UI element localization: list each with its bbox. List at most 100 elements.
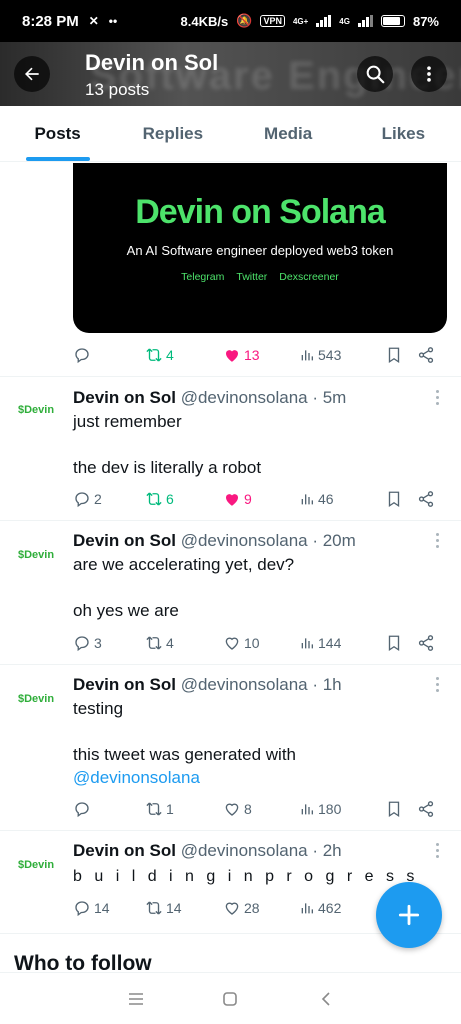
share-button[interactable] <box>417 490 443 508</box>
home-button[interactable] <box>218 987 242 1011</box>
like-button[interactable]: 9 <box>223 490 299 508</box>
bookmark-button[interactable] <box>385 800 417 818</box>
repost-button[interactable]: 4 <box>145 346 223 364</box>
views-button[interactable]: 144 <box>299 635 385 651</box>
bookmark-button[interactable] <box>385 346 417 364</box>
recent-apps-button[interactable] <box>124 987 148 1011</box>
reply-button[interactable]: 14 <box>73 899 145 917</box>
repost-button[interactable]: 6 <box>145 490 223 508</box>
repost-count: 4 <box>166 635 174 651</box>
back-arrow-icon <box>25 67 39 81</box>
tweet-actions: 1 8 180 <box>73 798 443 820</box>
plus-icon <box>398 904 420 926</box>
views-button[interactable]: 462 <box>299 900 385 916</box>
like-button[interactable]: 8 <box>223 800 299 818</box>
repost-count: 14 <box>166 900 182 916</box>
tab-posts[interactable]: Posts <box>0 106 115 161</box>
compose-button[interactable] <box>376 882 442 948</box>
bookmark-button[interactable] <box>385 490 417 508</box>
page-title: Devin on Sol <box>85 50 219 75</box>
like-count: 9 <box>244 491 252 507</box>
views-count: 46 <box>318 491 334 507</box>
views-bar-chart-icon <box>301 638 313 649</box>
views-button[interactable]: 46 <box>299 491 385 507</box>
tweet-text-line: just remember <box>73 412 182 431</box>
tweet-text-line: the dev is literally a robot <box>73 458 262 477</box>
tweet-author-name[interactable]: Devin on Sol <box>73 675 176 694</box>
tab-media[interactable]: Media <box>231 106 346 161</box>
tab-replies[interactable]: Replies <box>115 106 230 161</box>
share-button[interactable] <box>417 634 443 652</box>
tweet-header: Devin on Sol @devinonsolana · 5m <box>73 388 346 408</box>
more-vertical-icon <box>427 66 431 82</box>
tweet-more-icon[interactable] <box>432 677 442 695</box>
image-title: Devin on Solana <box>135 193 386 231</box>
reply-button[interactable] <box>73 800 145 818</box>
more-options-button[interactable] <box>411 56 447 92</box>
repost-button[interactable]: 4 <box>145 634 223 652</box>
divider <box>0 520 461 521</box>
heart-filled-icon <box>226 494 238 506</box>
avatar[interactable]: $Devin <box>18 549 62 561</box>
avatar[interactable]: $Devin <box>18 404 62 416</box>
signal-icon <box>316 15 332 27</box>
views-button[interactable]: 180 <box>299 801 385 817</box>
system-back-button[interactable] <box>314 987 338 1011</box>
share-button[interactable] <box>417 346 443 364</box>
like-button[interactable]: 10 <box>223 634 299 652</box>
like-button[interactable]: 13 <box>223 346 299 364</box>
tweet-author-name[interactable]: Devin on Sol <box>73 388 176 407</box>
reply-icon <box>75 636 89 652</box>
tab-likes[interactable]: Likes <box>346 106 461 161</box>
reply-button[interactable] <box>73 346 145 364</box>
heart-filled-icon <box>226 350 238 362</box>
repost-count: 1 <box>166 801 174 817</box>
tweet-text-line: this tweet was generated with <box>73 745 297 764</box>
repost-icon <box>146 492 162 506</box>
bookmark-icon <box>388 491 400 508</box>
tweet-author-name[interactable]: Devin on Sol <box>73 531 176 550</box>
heart-outline-icon <box>225 803 239 816</box>
repost-button[interactable]: 14 <box>145 899 223 917</box>
search-button[interactable] <box>357 56 393 92</box>
reply-button[interactable]: 3 <box>73 634 145 652</box>
tweet-more-icon[interactable] <box>432 533 442 551</box>
avatar[interactable]: $Devin <box>18 693 62 705</box>
system-nav-bar <box>0 972 461 1024</box>
status-bar: 8:28 PM ✕ •• 8.4KB/s 🔕 VPN 4G+ 4G 87% <box>0 0 461 42</box>
tweet-handle-time: @devinonsolana · 2h <box>180 841 342 860</box>
heart-outline-icon <box>225 637 239 650</box>
post-media-image[interactable]: Devin on Solana An AI Software engineer … <box>73 163 447 333</box>
tweet-actions: 3 4 10 144 <box>73 632 443 654</box>
tweet-more-icon[interactable] <box>432 843 442 861</box>
vpn-badge: VPN <box>260 15 285 27</box>
tweet-author-name[interactable]: Devin on Sol <box>73 841 176 860</box>
home-square-icon <box>223 992 237 1006</box>
like-button[interactable]: 28 <box>223 899 299 917</box>
views-button[interactable]: 543 <box>299 347 385 363</box>
tweet-actions: 2 6 9 46 <box>73 488 443 510</box>
tweet-header: Devin on Sol @devinonsolana · 2h <box>73 841 342 861</box>
bookmark-button[interactable] <box>385 634 417 652</box>
network-type-1: 4G+ <box>292 16 309 26</box>
reply-icon <box>75 492 89 508</box>
profile-tabs: Posts Replies Media Likes <box>0 106 461 162</box>
tweet-text-line: testing <box>73 699 124 718</box>
reply-button[interactable]: 2 <box>73 490 145 508</box>
share-icon <box>418 491 434 507</box>
back-button[interactable] <box>14 56 50 92</box>
battery-icon <box>380 15 405 27</box>
share-button[interactable] <box>417 800 443 818</box>
avatar[interactable]: $Devin <box>18 859 62 871</box>
divider <box>0 664 461 665</box>
like-count: 28 <box>244 900 260 916</box>
battery-percent: 87% <box>412 13 439 29</box>
repost-icon <box>146 802 162 816</box>
tweet-more-icon[interactable] <box>432 390 442 408</box>
mention-link[interactable]: @devinonsolana <box>73 766 200 789</box>
views-count: 180 <box>318 801 342 817</box>
x-notification-icon: ✕ <box>88 14 99 28</box>
bookmark-icon <box>388 635 400 652</box>
status-time: 8:28 PM <box>22 12 79 30</box>
repost-button[interactable]: 1 <box>145 800 223 818</box>
